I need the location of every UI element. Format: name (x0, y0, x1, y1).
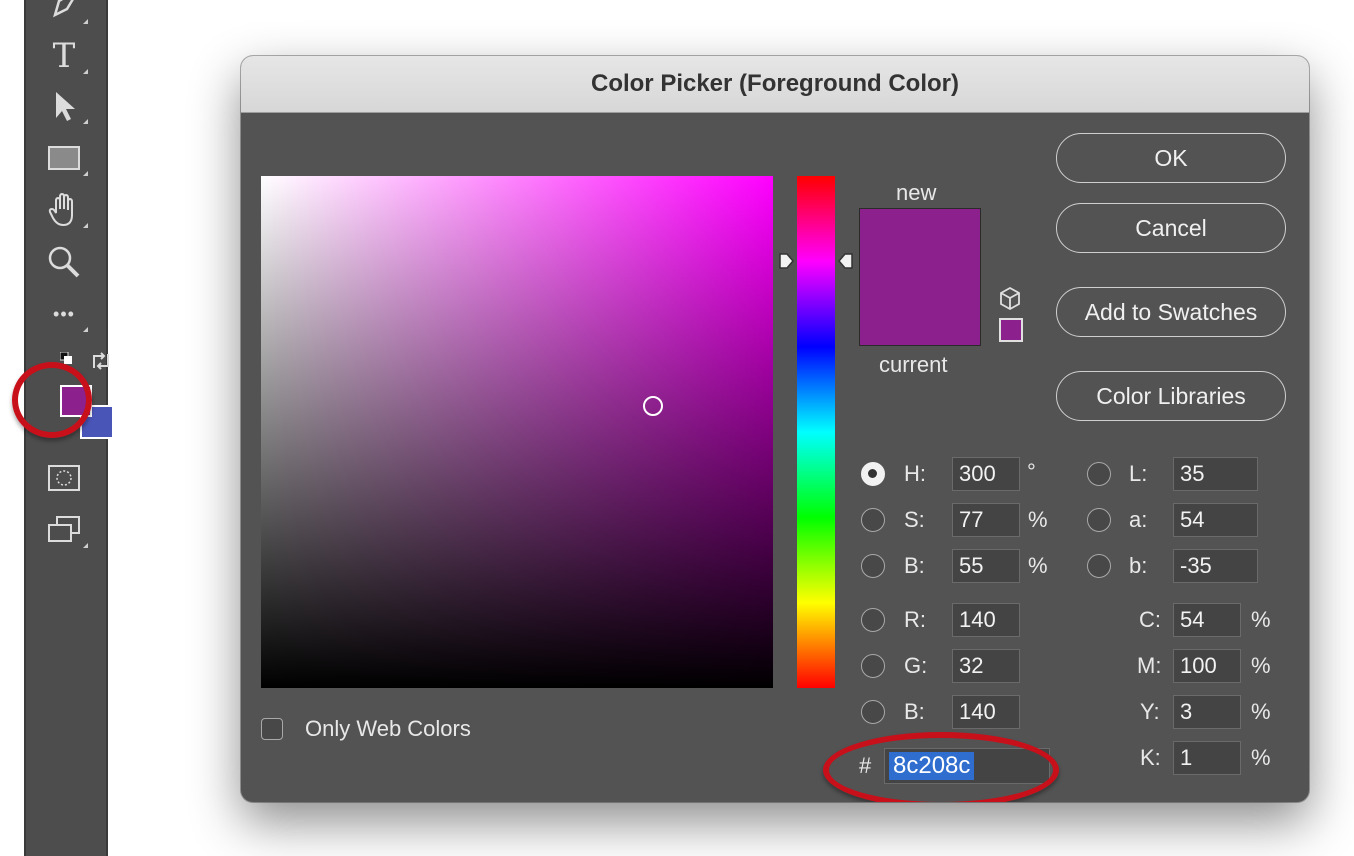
annotation-ring-swatch (12, 362, 92, 438)
magenta-label: M: (1137, 653, 1162, 678)
only-web-colors-checkbox[interactable] (261, 718, 283, 740)
hue-slider-right-arrow-icon[interactable] (838, 252, 854, 270)
lab-b-radio[interactable] (1087, 554, 1111, 578)
hue-slider-left-arrow-icon[interactable] (778, 252, 794, 270)
color-libraries-button[interactable]: Color Libraries (1056, 371, 1286, 421)
more-icon[interactable]: ••• (44, 294, 88, 334)
cyan-input[interactable]: 54 (1173, 603, 1241, 637)
hue-label: H: (904, 461, 926, 486)
zoom-icon[interactable] (44, 242, 84, 282)
screen-mode-icon[interactable] (44, 510, 88, 550)
only-web-colors-label[interactable]: Only Web Colors (305, 716, 471, 742)
red-input[interactable]: 140 (952, 603, 1020, 637)
cancel-button[interactable]: Cancel (1056, 203, 1286, 253)
quick-mask-icon[interactable] (44, 458, 84, 498)
add-to-swatches-button[interactable]: Add to Swatches (1056, 287, 1286, 337)
blue-input[interactable]: 140 (952, 695, 1020, 729)
green-radio[interactable] (861, 654, 885, 678)
hue-radio[interactable] (861, 462, 885, 486)
brightness-radio[interactable] (861, 554, 885, 578)
yellow-unit: % (1251, 699, 1271, 724)
color-picker-dialog: Color Picker (Foreground Color) new curr… (241, 56, 1309, 802)
saturation-radio[interactable] (861, 508, 885, 532)
saturation-unit: % (1028, 507, 1048, 532)
lab-a-label: a: (1129, 507, 1148, 532)
hand-icon[interactable] (44, 190, 88, 230)
selection-arrow-icon[interactable] (44, 86, 88, 126)
lab-a-radio[interactable] (1087, 508, 1111, 532)
brightness-label: B: (904, 553, 925, 578)
cyan-unit: % (1251, 607, 1271, 632)
yellow-label: Y: (1140, 699, 1160, 724)
hue-unit: ° (1027, 459, 1036, 484)
color-preview (859, 208, 981, 346)
gamut-swatch[interactable] (999, 318, 1023, 342)
red-radio[interactable] (861, 608, 885, 632)
color-field-cursor[interactable] (643, 396, 663, 416)
magenta-unit: % (1251, 653, 1271, 678)
blue-label: B: (904, 699, 925, 724)
dialog-titlebar[interactable]: Color Picker (Foreground Color) (241, 56, 1309, 113)
ok-button[interactable]: OK (1056, 133, 1286, 183)
green-label: G: (904, 653, 928, 678)
current-label: current (879, 352, 948, 377)
more-glyph: ••• (53, 303, 75, 324)
brightness-input[interactable]: 55 (952, 549, 1020, 583)
hue-slider[interactable] (797, 176, 835, 688)
saturation-input[interactable]: 77 (952, 503, 1020, 537)
type-tool[interactable]: T (44, 36, 88, 76)
rectangle-icon[interactable] (44, 138, 88, 178)
black-input[interactable]: 1 (1173, 741, 1241, 775)
saturation-label: S: (904, 507, 925, 532)
lightness-radio[interactable] (1087, 462, 1111, 486)
out-of-gamut-cube-icon[interactable] (998, 286, 1022, 312)
blue-radio[interactable] (861, 700, 885, 724)
current-color-preview[interactable] (860, 277, 980, 345)
lightness-input[interactable]: 35 (1173, 457, 1258, 491)
new-color-preview (860, 209, 980, 277)
lab-a-input[interactable]: 54 (1173, 503, 1258, 537)
black-label: K: (1140, 745, 1161, 770)
lab-b-label: b: (1129, 553, 1148, 578)
black-unit: % (1251, 745, 1271, 770)
pen-icon[interactable] (44, 0, 88, 26)
magenta-input[interactable]: 100 (1173, 649, 1241, 683)
dialog-title: Color Picker (Foreground Color) (590, 70, 959, 97)
lightness-label: L: (1129, 461, 1148, 486)
hue-input[interactable]: 300 (952, 457, 1020, 491)
red-label: R: (904, 607, 926, 632)
brightness-unit: % (1028, 553, 1048, 578)
lab-b-input[interactable]: -35 (1173, 549, 1258, 583)
type-icon: T (52, 36, 76, 76)
green-input[interactable]: 32 (952, 649, 1020, 683)
color-field[interactable] (261, 176, 773, 688)
new-label: new (896, 180, 937, 205)
annotation-ring-hex (823, 732, 1059, 802)
cyan-label: C: (1139, 607, 1161, 632)
yellow-input[interactable]: 3 (1173, 695, 1241, 729)
swap-colors-icon[interactable] (90, 350, 112, 372)
